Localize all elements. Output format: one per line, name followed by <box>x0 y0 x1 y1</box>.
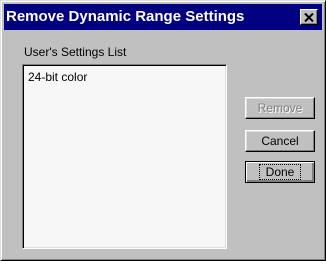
close-button[interactable] <box>300 9 318 25</box>
cancel-button[interactable]: Cancel <box>245 130 315 152</box>
done-button-label: Done <box>258 164 302 180</box>
close-icon <box>304 12 314 22</box>
title-bar[interactable]: Remove Dynamic Range Settings <box>4 4 322 30</box>
window-title: Remove Dynamic Range Settings <box>6 8 245 25</box>
settings-list-label: User's Settings List <box>24 45 127 59</box>
settings-listbox[interactable]: 24-bit color <box>22 64 227 249</box>
remove-button[interactable]: Remove <box>245 97 315 119</box>
done-button[interactable]: Done <box>245 161 315 183</box>
list-item[interactable]: 24-bit color <box>28 70 87 84</box>
remove-dynamic-range-dialog: Remove Dynamic Range Settings User's Set… <box>0 0 326 261</box>
